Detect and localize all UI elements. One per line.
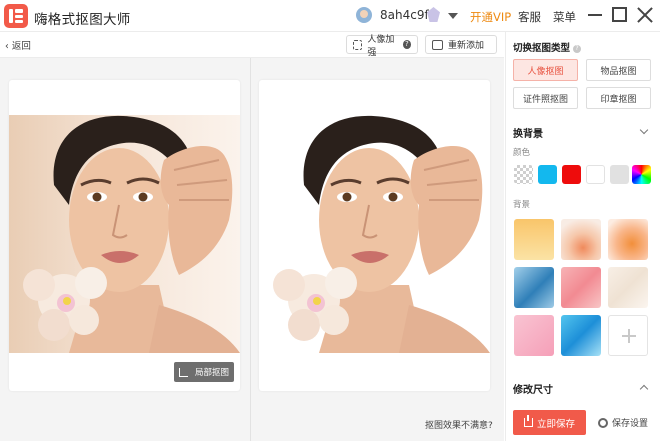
- save-now-label: 立即保存: [536, 418, 575, 430]
- workspace: 局部抠图 抠图效果不满意?: [0, 58, 504, 441]
- maximize-icon[interactable]: [612, 7, 627, 22]
- account-dropdown-icon[interactable]: [448, 13, 458, 19]
- menu-link[interactable]: 菜单: [553, 9, 576, 25]
- app-logo-icon: [4, 4, 28, 28]
- username[interactable]: 8ah4c9f: [380, 8, 429, 22]
- image-icon: [432, 39, 443, 50]
- scan-icon: [353, 39, 363, 50]
- save-settings-button[interactable]: 保存设置: [598, 416, 648, 429]
- readd-button[interactable]: 重新添加: [425, 35, 497, 54]
- portrait-enhance-button[interactable]: 人像加强 ?: [346, 35, 418, 58]
- chevron-left-icon: ‹: [5, 41, 12, 52]
- background-thumb[interactable]: [561, 267, 601, 308]
- cutout-result-image: [259, 115, 490, 353]
- background-thumb[interactable]: [608, 219, 648, 260]
- back-button[interactable]: ‹ 返回: [5, 38, 31, 52]
- app-title: 嗨格式抠图大师: [34, 12, 131, 28]
- local-cutout-button[interactable]: 局部抠图: [174, 362, 234, 382]
- local-cutout-label: 局部抠图: [195, 368, 230, 378]
- open-vip-link[interactable]: 开通VIP: [470, 9, 511, 25]
- readd-label: 重新添加: [448, 41, 485, 51]
- background-label: 背景: [513, 200, 531, 210]
- background-thumb[interactable]: [561, 219, 601, 260]
- background-thumb[interactable]: [608, 267, 648, 308]
- workspace-divider: [250, 58, 251, 441]
- back-label: 返回: [11, 41, 31, 52]
- original-image-card: 局部抠图: [9, 80, 240, 391]
- original-portrait-image: [9, 115, 240, 353]
- color-swatch-transparent[interactable]: [514, 165, 533, 184]
- cutout-type-title: 切换抠图类型?: [513, 40, 582, 54]
- result-image-card: [259, 80, 490, 391]
- type-object-button[interactable]: 物品抠图: [586, 59, 651, 81]
- add-background-button[interactable]: [608, 315, 648, 356]
- background-thumb[interactable]: [514, 315, 554, 356]
- user-avatar[interactable]: [356, 7, 372, 23]
- type-id-photo-button[interactable]: 证件照抠图: [513, 87, 578, 109]
- customer-service-link[interactable]: 客服: [518, 9, 541, 25]
- color-swatch-cyan[interactable]: [538, 165, 557, 184]
- download-icon: [523, 415, 533, 427]
- background-thumb[interactable]: [514, 267, 554, 308]
- unsatisfied-link[interactable]: 抠图效果不满意?: [425, 418, 493, 431]
- color-picker-swatch[interactable]: [632, 165, 651, 184]
- resize-title: 修改尺寸: [513, 385, 553, 396]
- chevron-up-icon[interactable]: [639, 384, 649, 394]
- color-swatch-gray[interactable]: [610, 165, 629, 184]
- color-label: 颜色: [513, 148, 531, 158]
- help-icon[interactable]: ?: [573, 45, 582, 53]
- chevron-down-icon[interactable]: [639, 125, 649, 135]
- minimize-icon[interactable]: [588, 14, 602, 16]
- gear-icon: [598, 417, 608, 428]
- close-icon[interactable]: [637, 7, 653, 23]
- cutout-type-title-text: 切换抠图类型: [513, 43, 571, 54]
- background-thumb[interactable]: [514, 219, 554, 260]
- type-seal-button[interactable]: 印章抠图: [586, 87, 651, 109]
- help-icon[interactable]: ?: [402, 40, 411, 49]
- color-swatch-red[interactable]: [562, 165, 581, 184]
- portrait-enhance-label: 人像加强: [367, 34, 395, 58]
- title-bar: 嗨格式抠图大师 8ah4c9f 开通VIP 客服 菜单: [0, 0, 660, 32]
- crop-icon: [179, 367, 188, 377]
- save-now-button[interactable]: 立即保存: [513, 410, 586, 435]
- change-background-title: 换背景: [513, 129, 543, 140]
- editor-toolbar: ‹ 返回 人像加强 ? 重新添加: [0, 32, 504, 58]
- background-thumb[interactable]: [561, 315, 601, 356]
- type-portrait-button[interactable]: 人像抠图: [513, 59, 578, 81]
- save-settings-label: 保存设置: [612, 419, 649, 429]
- settings-panel: 切换抠图类型? 人像抠图 物品抠图 证件照抠图 印章抠图 换背景 颜色 背景 修…: [505, 32, 660, 441]
- color-swatch-white[interactable]: [586, 165, 605, 184]
